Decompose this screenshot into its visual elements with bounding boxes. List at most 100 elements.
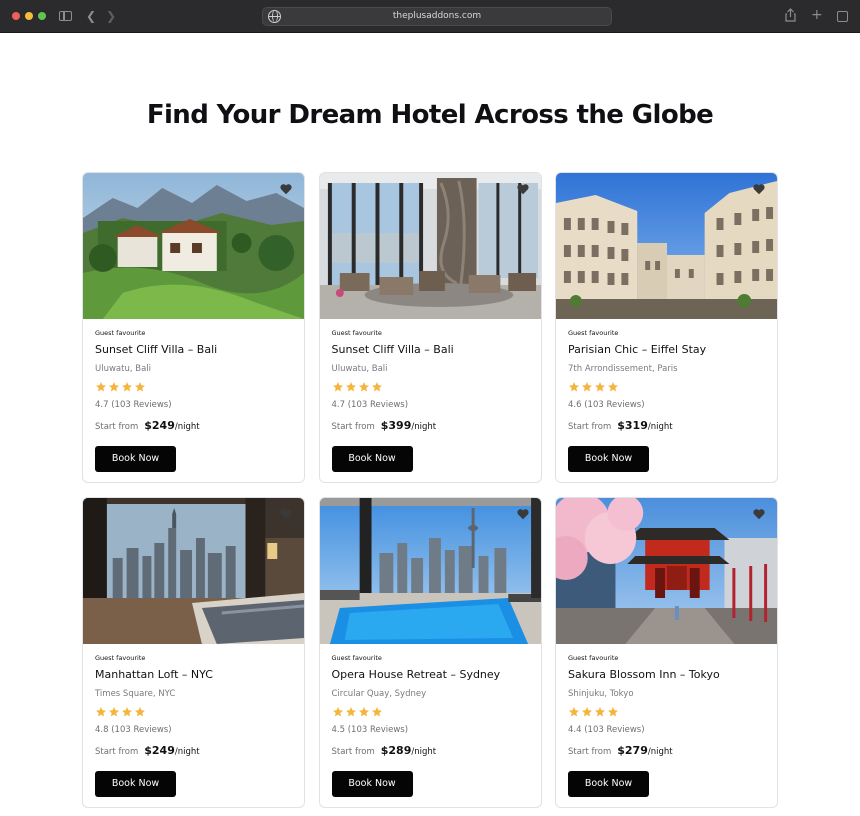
hotel-card: Guest favourite Sunset Cliff Villa – Bal… xyxy=(82,172,305,483)
price-row: Start from $289 /night xyxy=(332,744,529,758)
book-now-button[interactable]: Book Now xyxy=(95,771,176,797)
star-icon xyxy=(581,706,593,718)
hotel-card: Guest favourite Manhattan Loft – NYC Tim… xyxy=(82,497,305,808)
star-rating xyxy=(568,706,765,720)
star-icon xyxy=(371,706,383,718)
hotel-card: Guest favourite Opera House Retreat – Sy… xyxy=(318,497,542,808)
hotel-name: Sunset Cliff Villa – Bali xyxy=(331,343,454,356)
share-icon[interactable] xyxy=(785,8,796,26)
price-prefix: Start from xyxy=(331,422,375,432)
close-window-button[interactable] xyxy=(12,12,20,20)
star-icon xyxy=(332,706,344,718)
star-icon xyxy=(358,706,370,718)
hotel-location: Uluwatu, Bali xyxy=(331,364,388,374)
sidebar-icon[interactable] xyxy=(59,11,72,21)
star-icon xyxy=(568,706,580,718)
per-night: /night xyxy=(647,422,673,432)
price-row: Start from $319 /night xyxy=(568,419,765,433)
hotel-name: Sakura Blossom Inn – Tokyo xyxy=(568,668,720,681)
favorite-heart-icon[interactable] xyxy=(516,182,530,196)
favorite-heart-icon[interactable] xyxy=(279,182,293,196)
hotel-photo xyxy=(319,173,541,319)
book-now-button[interactable]: Book Now xyxy=(568,446,649,472)
star-icon xyxy=(594,706,606,718)
price: $319 xyxy=(617,419,648,432)
favorite-heart-icon[interactable] xyxy=(752,507,766,521)
browser-toolbar: ❮ ❯ theplusaddons.com + xyxy=(0,0,860,33)
rating-text: 4.6 (103 Reviews) xyxy=(568,400,645,410)
per-night: /night xyxy=(411,747,437,757)
rating-text: 4.4 (103 Reviews) xyxy=(568,725,645,735)
price: $249 xyxy=(144,744,175,757)
star-icon xyxy=(121,706,133,718)
guest-favourite-badge: Guest favourite xyxy=(568,329,619,337)
star-icon xyxy=(371,381,383,393)
price-row: Start from $279 /night xyxy=(568,744,765,758)
star-rating xyxy=(332,706,529,720)
hotel-name: Opera House Retreat – Sydney xyxy=(331,668,501,681)
star-icon xyxy=(358,381,370,393)
favorite-heart-icon[interactable] xyxy=(279,507,293,521)
star-icon xyxy=(568,381,580,393)
star-icon xyxy=(108,381,120,393)
back-icon[interactable]: ❮ xyxy=(86,8,96,24)
price-prefix: Start from xyxy=(331,747,375,757)
minimize-window-button[interactable] xyxy=(25,12,33,20)
hotel-name: Parisian Chic – Eiffel Stay xyxy=(568,343,707,356)
book-now-button[interactable]: Book Now xyxy=(331,771,413,797)
star-icon xyxy=(607,381,619,393)
guest-favourite-badge: Guest favourite xyxy=(331,654,382,662)
price: $249 xyxy=(144,419,175,432)
favorite-heart-icon[interactable] xyxy=(516,507,530,521)
star-rating xyxy=(332,381,529,395)
hotel-location: Shinjuku, Tokyo xyxy=(568,689,634,699)
per-night: /night xyxy=(174,422,200,432)
hotel-photo xyxy=(83,173,304,319)
star-icon xyxy=(95,706,107,718)
star-icon xyxy=(108,706,120,718)
per-night: /night xyxy=(647,747,673,757)
new-tab-icon[interactable]: + xyxy=(811,7,823,23)
star-icon xyxy=(345,706,357,718)
price: $399 xyxy=(380,419,412,432)
hotel-location: Times Square, NYC xyxy=(95,689,176,699)
star-icon xyxy=(581,381,593,393)
rating-text: 4.7 (103 Reviews) xyxy=(331,400,409,410)
per-night: /night xyxy=(174,747,200,757)
guest-favourite-badge: Guest favourite xyxy=(95,654,146,662)
hotel-grid: Guest favourite Sunset Cliff Villa – Bal… xyxy=(82,172,778,808)
hotel-name: Sunset Cliff Villa – Bali xyxy=(95,343,218,356)
star-icon xyxy=(134,381,146,393)
hotel-location: Circular Quay, Sydney xyxy=(331,689,427,699)
hotel-photo xyxy=(319,498,541,644)
star-rating xyxy=(568,381,765,395)
price: $279 xyxy=(617,744,648,757)
book-now-button[interactable]: Book Now xyxy=(331,446,413,472)
price: $289 xyxy=(380,744,412,757)
tabs-overview-icon[interactable] xyxy=(837,11,848,22)
rating-text: 4.5 (103 Reviews) xyxy=(331,725,409,735)
hotel-name: Manhattan Loft – NYC xyxy=(95,668,213,681)
star-icon xyxy=(345,381,357,393)
hotel-card: Guest favourite Sakura Blossom Inn – Tok… xyxy=(555,497,778,808)
hotel-card: Guest favourite Sunset Cliff Villa – Bal… xyxy=(318,172,542,483)
zoom-window-button[interactable] xyxy=(38,12,46,20)
star-icon xyxy=(121,381,133,393)
star-rating xyxy=(95,381,292,395)
hotel-photo xyxy=(556,173,777,319)
rating-text: 4.7 (103 Reviews) xyxy=(95,400,172,410)
address-bar[interactable]: theplusaddons.com xyxy=(262,7,612,26)
hotel-photo xyxy=(83,498,304,644)
star-icon xyxy=(607,706,619,718)
page-title: Find Your Dream Hotel Across the Globe xyxy=(146,100,714,130)
guest-favourite-badge: Guest favourite xyxy=(95,329,146,337)
book-now-button[interactable]: Book Now xyxy=(568,771,649,797)
star-icon xyxy=(95,381,107,393)
forward-icon[interactable]: ❯ xyxy=(106,8,116,24)
url-text: theplusaddons.com xyxy=(392,11,482,21)
favorite-heart-icon[interactable] xyxy=(752,182,766,196)
hotel-card: Guest favourite Parisian Chic – Eiffel S… xyxy=(555,172,778,483)
rating-text: 4.8 (103 Reviews) xyxy=(95,725,172,735)
book-now-button[interactable]: Book Now xyxy=(95,446,176,472)
hotel-location: Uluwatu, Bali xyxy=(95,364,152,374)
